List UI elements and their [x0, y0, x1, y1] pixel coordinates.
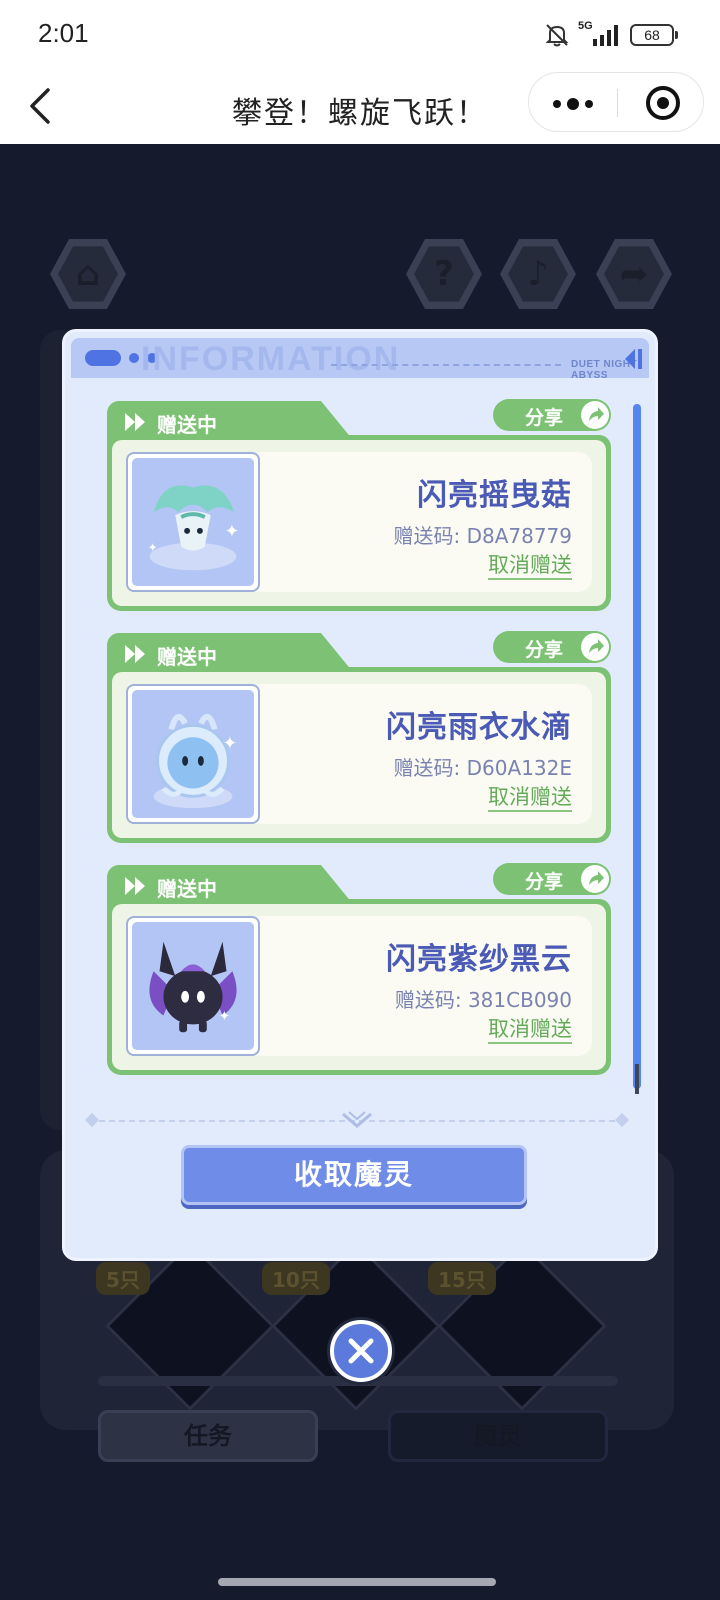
svg-text:✦: ✦	[148, 541, 158, 555]
pet-thumbnail: ✦ ✦	[126, 452, 260, 592]
pet-name: 闪亮摇曳菇	[417, 478, 572, 513]
gift-code: 赠送码: 381CB090	[394, 988, 572, 1012]
clock: 2:01	[38, 18, 89, 48]
card-inner: ✦ 闪亮雨衣水滴 赠送码: D60A132E 取消赠送	[112, 672, 606, 838]
reward-badge-3: 15只	[428, 1262, 496, 1295]
header-dashed-line	[331, 364, 561, 366]
scrollbar-track-end	[635, 1064, 639, 1094]
share-button[interactable]: 分享	[493, 631, 611, 663]
more-options-button[interactable]	[529, 73, 617, 133]
pet-name: 闪亮紫纱黑云	[386, 942, 572, 977]
cancel-gift-link[interactable]: 取消赠送	[488, 552, 572, 580]
header-dot-decoration	[129, 353, 139, 363]
mini-program-navbar: 攀登！螺旋飞跃！	[0, 70, 720, 144]
dark-cloud-pet-icon: ✦	[132, 922, 254, 1050]
svg-text:✦: ✦	[219, 1008, 231, 1024]
gift-card: 赠送中 分享 ✦ ✦ 闪亮摇曳菇 赠送码: D8A78779 取消赠送	[107, 399, 611, 611]
modal-header: INFORMATION DUET NIGHT ABYSS	[71, 338, 649, 378]
card-inner: ✦ 闪亮紫纱黑云 赠送码: 381CB090 取消赠送	[112, 904, 606, 1070]
battery-indicator: 68	[630, 24, 678, 46]
spirit-tab-button[interactable]: 魔灵	[388, 1410, 608, 1462]
bell-muted-icon	[545, 24, 569, 47]
card-inner: ✦ ✦ 闪亮摇曳菇 赠送码: D8A78779 取消赠送	[112, 440, 606, 606]
gift-list-modal: INFORMATION DUET NIGHT ABYSS 赠送中 分享 ✦ ✦ …	[62, 329, 658, 1261]
home-icon: ⌂	[58, 246, 118, 302]
list-scrollbar[interactable]	[633, 404, 641, 1089]
share-arrow-icon	[581, 633, 609, 661]
capsule-menu	[528, 72, 704, 132]
share-label: 分享	[525, 639, 564, 661]
water-drop-pet-icon: ✦	[132, 690, 254, 818]
close-miniprogram-icon[interactable]	[646, 86, 680, 120]
header-watermark: INFORMATION	[141, 340, 401, 378]
question-icon: ?	[414, 246, 474, 302]
card-body: ✦ 闪亮紫纱黑云 赠送码: 381CB090 取消赠送	[107, 899, 611, 1075]
capsule-divider	[617, 89, 618, 117]
share-label: 分享	[525, 407, 564, 429]
share-label: 分享	[525, 871, 564, 893]
share-button[interactable]: 分享	[493, 863, 611, 895]
collect-spirits-button[interactable]: 收取魔灵	[181, 1145, 527, 1205]
fast-forward-icon	[125, 877, 145, 895]
pet-thumbnail: ✦	[126, 916, 260, 1056]
gift-status-label: 赠送中	[157, 413, 217, 437]
status-bar: 2:01 5G 68	[0, 0, 720, 70]
divider-end-dot	[84, 1112, 100, 1128]
gift-code: 赠送码: D8A78779	[393, 524, 572, 548]
music-note-icon: ♪	[508, 246, 568, 302]
gift-card: 赠送中 分享 ✦ 闪亮雨衣水滴 赠送码: D60A132E 取消赠送	[107, 631, 611, 843]
reward-badge-1: 5只	[96, 1262, 150, 1295]
share-arrow-icon: ➦	[604, 246, 664, 302]
fast-forward-icon	[125, 413, 145, 431]
svg-text:✦: ✦	[225, 522, 240, 542]
header-pill-decoration	[85, 350, 121, 366]
share-arrow-icon	[581, 401, 609, 429]
chevron-down-icon	[342, 1111, 372, 1128]
mushroom-pet-icon: ✦ ✦	[132, 458, 254, 586]
cancel-gift-link[interactable]: 取消赠送	[488, 784, 572, 812]
share-button[interactable]: 分享	[493, 399, 611, 431]
home-indicator[interactable]	[218, 1578, 496, 1586]
pet-thumbnail: ✦	[126, 684, 260, 824]
divider-end-dot	[614, 1112, 630, 1128]
reward-badge-2: 10只	[262, 1262, 330, 1295]
gift-status-label: 赠送中	[157, 877, 217, 901]
card-body: ✦ 闪亮雨衣水滴 赠送码: D60A132E 取消赠送	[107, 667, 611, 843]
share-arrow-icon	[581, 865, 609, 893]
fast-forward-icon	[125, 645, 145, 663]
header-triangle-icon	[625, 349, 642, 369]
cancel-gift-link[interactable]: 取消赠送	[488, 1016, 572, 1044]
task-tab-button[interactable]: 任务	[98, 1410, 318, 1462]
close-icon	[348, 1338, 374, 1364]
svg-text:✦: ✦	[223, 734, 238, 754]
close-modal-button[interactable]	[330, 1320, 392, 1382]
signal-icon	[593, 25, 618, 46]
pet-name: 闪亮雨衣水滴	[386, 710, 572, 745]
gift-code: 赠送码: D60A132E	[393, 756, 572, 780]
gift-status-label: 赠送中	[157, 645, 217, 669]
card-body: ✦ ✦ 闪亮摇曳菇 赠送码: D8A78779 取消赠送	[107, 435, 611, 611]
gift-card: 赠送中 分享 ✦ 闪亮紫纱黑云 赠送码: 381CB090 取消赠送	[107, 863, 611, 1075]
